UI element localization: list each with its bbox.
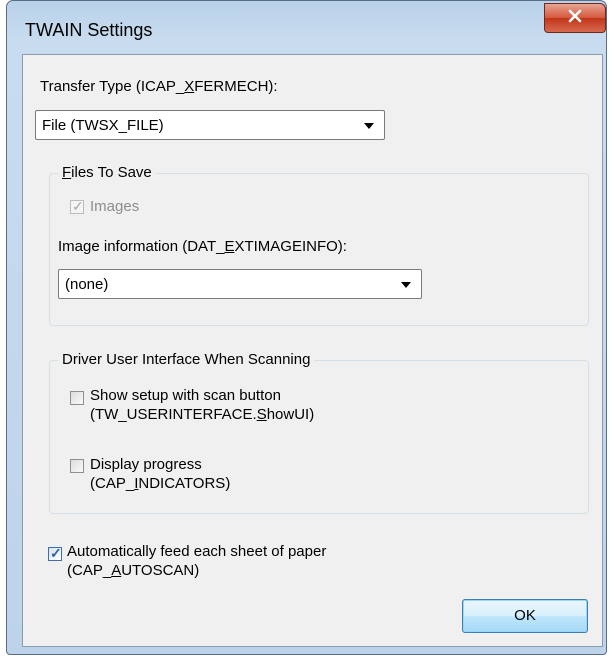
show-setup-label-line2: (TW_USERINTERFACE.ShowUI)	[90, 406, 315, 423]
close-button[interactable]	[544, 3, 606, 33]
image-info-label: Image information (DAT_EXTIMAGEINFO):	[58, 238, 347, 255]
display-progress-label-line1: Display progress	[90, 456, 202, 473]
chevron-down-icon	[401, 282, 411, 288]
images-checkbox[interactable]: ✓	[70, 198, 84, 214]
autofeed-label-line2: (CAP_AUTOSCAN)	[67, 562, 200, 579]
files-to-save-group: Files To Save ✓ Images Image information…	[49, 164, 589, 326]
show-setup-label-line1: Show setup with scan button	[90, 387, 281, 404]
display-progress-label-line2: (CAP_INDICATORS)	[90, 475, 231, 492]
autofeed-checkbox[interactable]: ✓	[48, 545, 62, 561]
ok-button[interactable]: OK	[462, 599, 588, 633]
window-title: TWAIN Settings	[25, 20, 153, 40]
images-label: Images	[90, 198, 140, 215]
display-progress-checkbox[interactable]	[70, 459, 84, 473]
close-icon	[568, 9, 582, 28]
dialog-window: TWAIN Settings Transfer Type (ICAP_XFERM…	[6, 0, 607, 655]
image-info-select[interactable]: (none)	[58, 269, 422, 299]
image-info-value: (none)	[65, 276, 109, 293]
chevron-down-icon	[364, 123, 374, 129]
autofeed-label-line1: Automatically feed each sheet of paper	[67, 543, 327, 560]
files-to-save-title: Files To Save	[58, 164, 156, 181]
checkmark-icon: ✓	[72, 198, 84, 214]
transfer-type-label: Transfer Type (ICAP_XFERMECH):	[40, 78, 278, 95]
checkmark-icon: ✓	[50, 545, 62, 561]
show-setup-checkbox[interactable]	[70, 391, 84, 405]
transfer-type-select[interactable]: File (TWSX_FILE)	[35, 110, 385, 140]
driver-ui-group: Driver User Interface When Scanning Show…	[49, 351, 589, 514]
driver-ui-title: Driver User Interface When Scanning	[58, 351, 315, 368]
dialog-client-area: Transfer Type (ICAP_XFERMECH): File (TWS…	[22, 54, 603, 647]
transfer-type-value: File (TWSX_FILE)	[42, 117, 164, 134]
